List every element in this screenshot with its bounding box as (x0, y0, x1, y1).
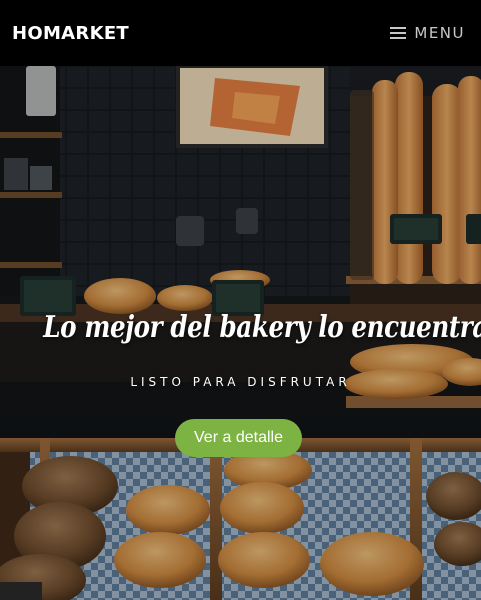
hero-title: Lo mejor del bakery lo encuentras aquí (43, 310, 481, 345)
hamburger-icon (390, 26, 407, 40)
hero-subtitle: LISTO PARA DISFRUTAR (130, 375, 351, 389)
navbar: HOMARKET MENU (0, 0, 481, 66)
menu-toggle-button[interactable]: MENU (390, 24, 465, 42)
menu-label: MENU (414, 24, 465, 42)
view-details-button[interactable]: Ver a detalle (175, 419, 302, 457)
hero-banner: Lo mejor del bakery lo encuentras aquí L… (0, 66, 481, 600)
brand-logo[interactable]: HOMARKET (12, 23, 129, 44)
